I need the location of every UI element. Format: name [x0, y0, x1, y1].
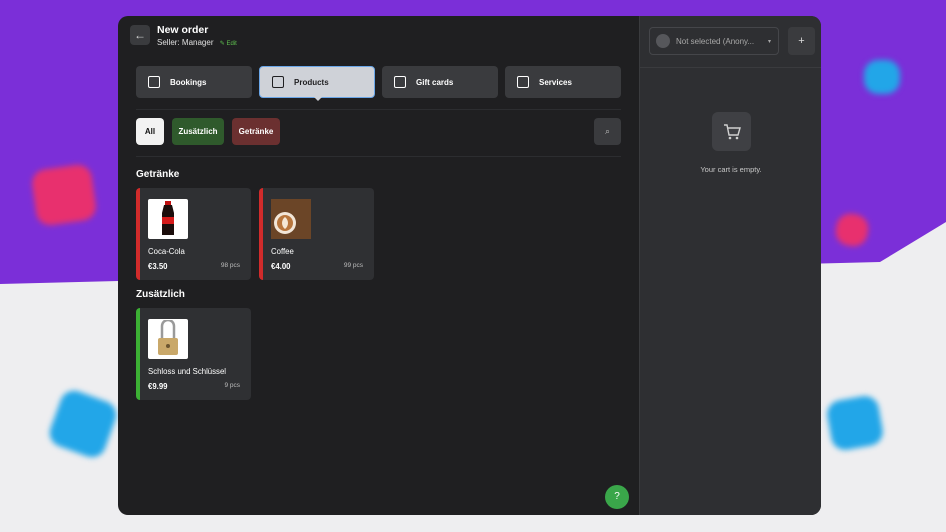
product-price: €4.00 [271, 262, 291, 271]
divider [640, 67, 821, 68]
add-customer-button[interactable]: + [788, 27, 815, 55]
category-tabs: Bookings Products Gift cards Services [136, 66, 621, 101]
cart-icon [712, 112, 751, 151]
tab-bookings[interactable]: Bookings [136, 66, 252, 98]
chevron-down-icon: ▾ [767, 38, 771, 45]
help-button[interactable]: ? [605, 485, 629, 509]
divider [136, 109, 621, 110]
product-name: Coca-Cola [148, 247, 185, 256]
product-card-schloss[interactable]: Schloss und Schlüssel €9.99 9 pcs [136, 308, 251, 400]
clipboard-icon [517, 76, 529, 88]
padlock-image [148, 319, 188, 359]
coffee-cup-image [271, 199, 311, 239]
cart-sidebar: Not selected (Anony... ▾ + Your cart is … [639, 16, 821, 515]
product-name: Coffee [271, 247, 294, 256]
product-stock: 99 pcs [343, 262, 363, 269]
decorative-blob [45, 386, 121, 462]
tab-services[interactable]: Services [505, 66, 621, 98]
inbox-icon [272, 76, 284, 88]
user-avatar-icon [656, 34, 670, 48]
plus-icon: + [798, 35, 805, 47]
tab-gift-cards[interactable]: Gift cards [382, 66, 498, 98]
cart-empty-message: Your cart is empty. [700, 165, 762, 174]
product-name: Schloss und Schlüssel [148, 367, 227, 376]
search-icon: ⌕ [604, 126, 611, 136]
tab-label: Services [539, 77, 572, 87]
decorative-blob [30, 163, 98, 227]
customer-placeholder: Not selected (Anony... [676, 36, 755, 46]
filter-zusatzlich[interactable]: Zusätzlich [172, 118, 224, 145]
decorative-blob [825, 393, 885, 453]
arrow-left-icon: ← [134, 28, 146, 42]
edit-label: Edit [226, 41, 237, 47]
decorative-blob [864, 60, 900, 94]
calendar-icon [148, 76, 160, 88]
order-main: ← New order Seller: Manager ✎ Edit Booki… [118, 16, 639, 515]
product-price: €9.99 [148, 382, 168, 391]
cola-bottle-image [148, 199, 188, 239]
seller-label: Seller: [157, 38, 180, 47]
back-button[interactable]: ← [130, 25, 150, 45]
search-button[interactable]: ⌕ [594, 118, 621, 145]
product-card-coffee[interactable]: Coffee €4.00 99 pcs [259, 188, 374, 280]
seller-info: Seller: Manager ✎ Edit [157, 38, 237, 47]
seller-name: Manager [181, 38, 214, 47]
filter-chips: All Zusätzlich Getränke [136, 118, 280, 145]
customer-select[interactable]: Not selected (Anony... ▾ [649, 27, 779, 55]
help-icon: ? [614, 491, 620, 502]
tab-label: Products [294, 77, 329, 87]
product-card-coca-cola[interactable]: Coca-Cola €3.50 98 pcs [136, 188, 251, 280]
filter-all[interactable]: All [136, 118, 164, 145]
section-title: Zusätzlich [136, 289, 185, 300]
divider [136, 156, 621, 157]
tab-label: Gift cards [416, 77, 454, 87]
gift-icon [394, 76, 406, 88]
tab-products[interactable]: Products [259, 66, 375, 101]
tab-label: Bookings [170, 77, 207, 87]
product-stock: 9 pcs [224, 382, 240, 389]
product-stock: 98 pcs [220, 262, 240, 269]
page-title: New order [157, 24, 209, 36]
filter-getranke[interactable]: Getränke [232, 118, 280, 145]
product-price: €3.50 [148, 262, 168, 271]
section-title: Getränke [136, 169, 180, 180]
order-panel: ← New order Seller: Manager ✎ Edit Booki… [118, 16, 821, 515]
edit-seller-link[interactable]: ✎ Edit [220, 41, 237, 47]
